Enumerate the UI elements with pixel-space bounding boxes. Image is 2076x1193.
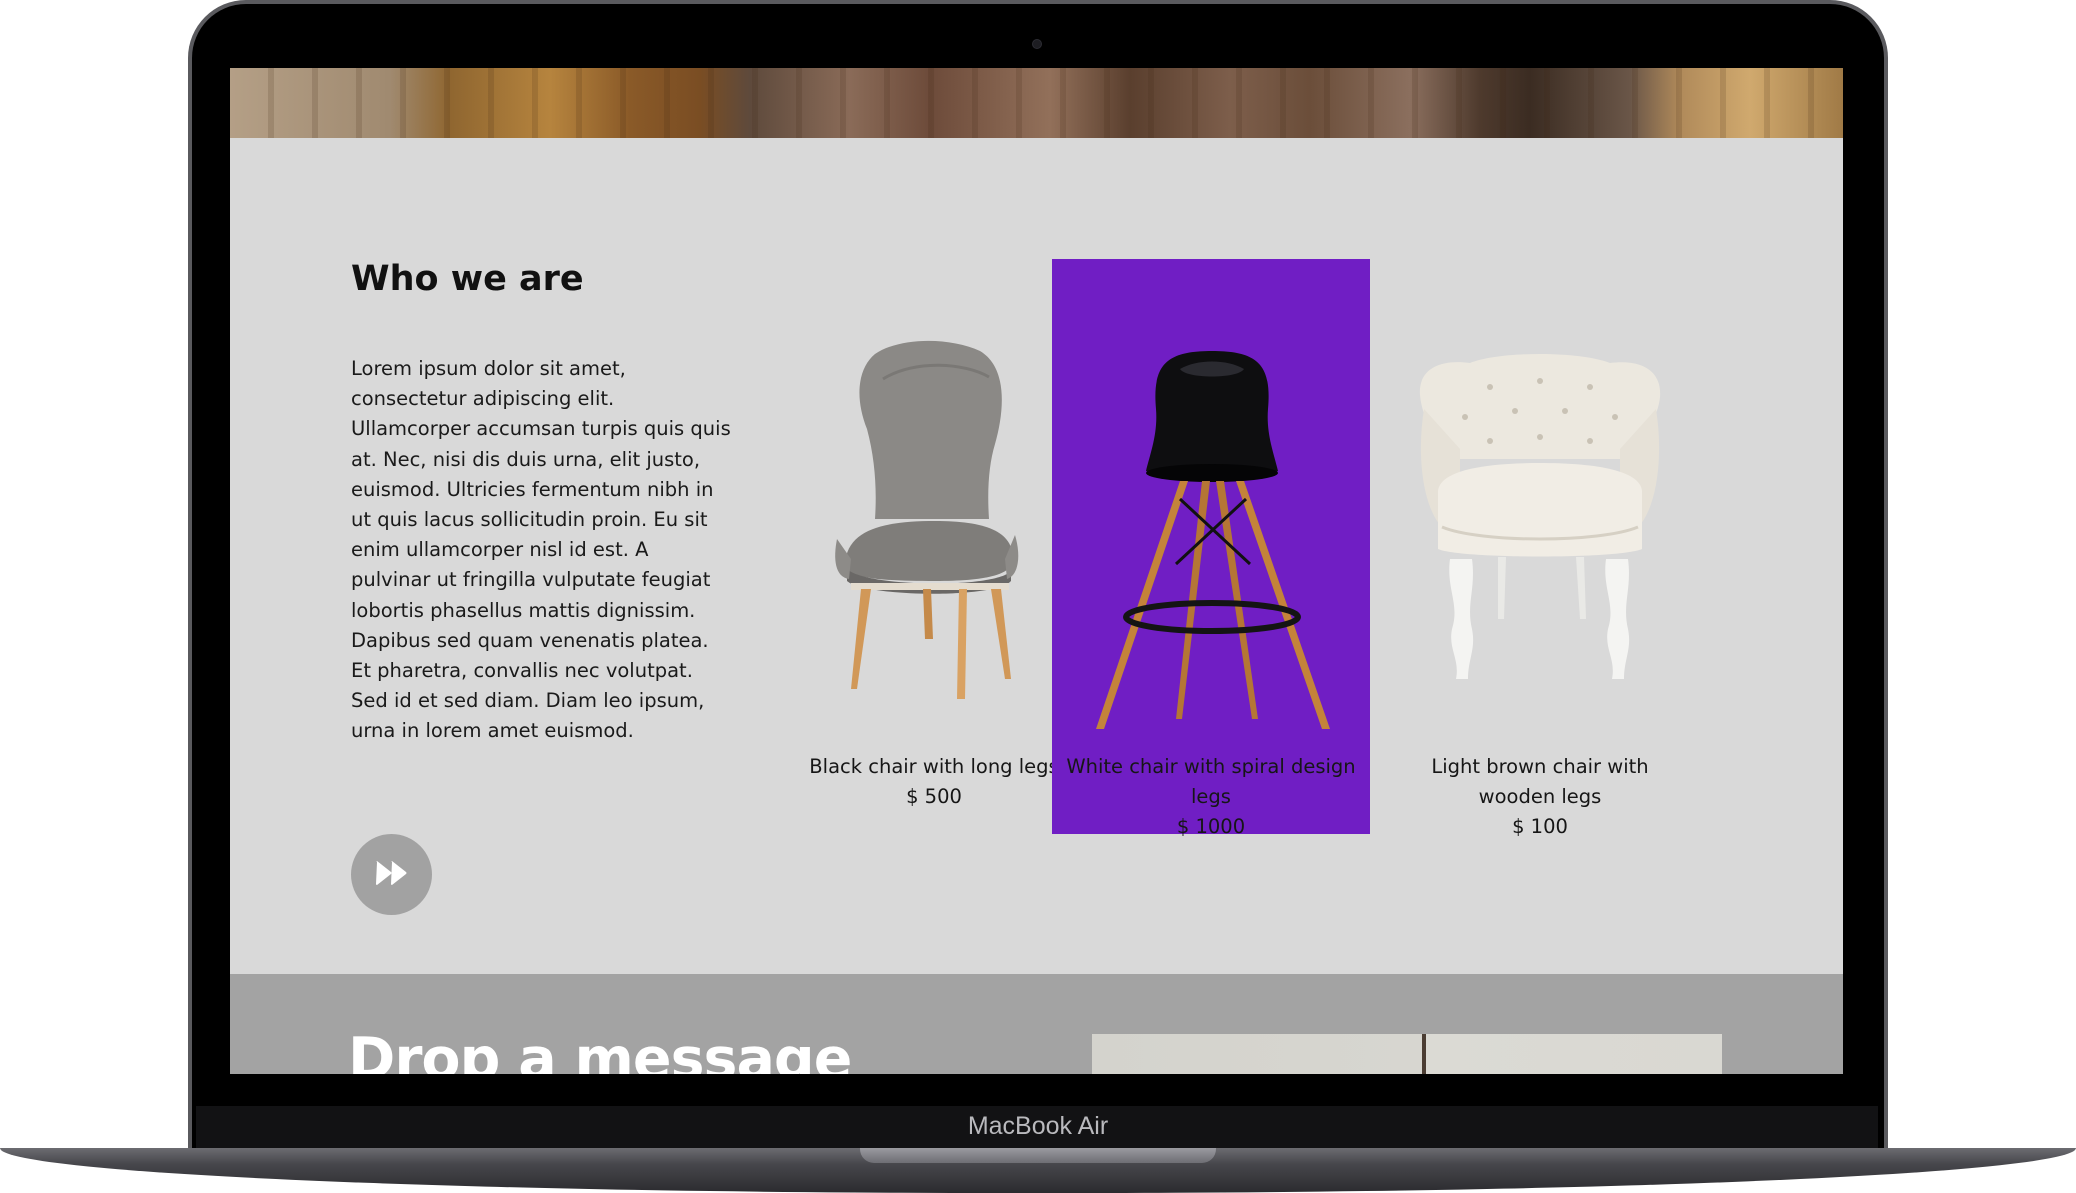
model-label: MacBook Air xyxy=(967,1112,1109,1140)
message-heading: Drop a message xyxy=(348,1026,852,1074)
product-name: White chair with spiral design legs xyxy=(1066,755,1356,809)
message-section: Drop a message xyxy=(230,974,1843,1074)
screen: Who we are Lorem ipsum dolor sit amet, c… xyxy=(230,68,1843,1074)
grey-chair-image xyxy=(775,259,1093,749)
next-button[interactable] xyxy=(351,834,432,915)
camera-icon xyxy=(1032,39,1042,49)
product-card-active[interactable]: White chair with spiral design legs $ 10… xyxy=(1052,259,1370,838)
product-price: $ 1000 xyxy=(1176,815,1246,839)
product-name: Black chair with long legs xyxy=(809,755,1059,778)
product-info: White chair with spiral design legs $ 10… xyxy=(1066,752,1356,843)
product-info: Light brown chair with wooden legs $ 100 xyxy=(1394,752,1686,843)
white-armchair-image xyxy=(1380,259,1700,749)
product-card[interactable]: Black chair with long legs $ 500 xyxy=(775,259,1093,834)
product-price: $ 500 xyxy=(906,785,962,809)
about-heading: Who we are xyxy=(351,259,584,299)
product-name: Light brown chair with wooden legs xyxy=(1431,755,1649,809)
fast-forward-icon xyxy=(375,860,409,889)
product-card[interactable]: Light brown chair with wooden legs $ 100 xyxy=(1380,259,1700,838)
about-text: Lorem ipsum dolor sit amet, consectetur … xyxy=(351,357,731,743)
laptop-hinge-notch xyxy=(860,1148,1216,1163)
hero-image xyxy=(230,68,1843,138)
product-info: Black chair with long legs $ 500 xyxy=(789,752,1079,812)
product-price: $ 100 xyxy=(1512,815,1568,839)
black-stool-image xyxy=(1052,259,1370,749)
message-image xyxy=(1092,1034,1722,1074)
